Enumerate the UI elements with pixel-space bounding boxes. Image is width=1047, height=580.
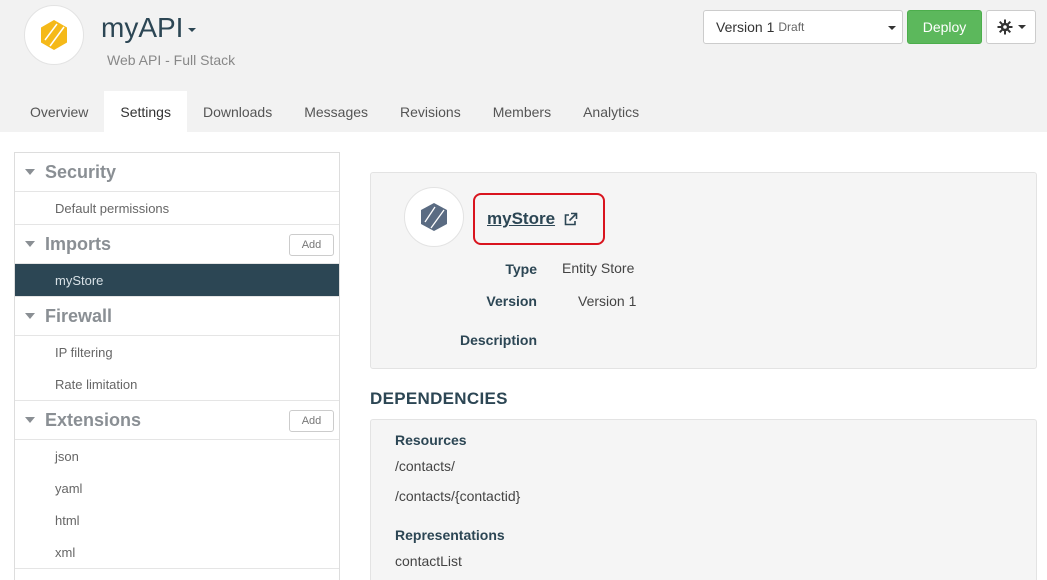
sidebar-item-xml[interactable]: xml bbox=[15, 536, 339, 568]
tab-settings[interactable]: Settings bbox=[104, 91, 187, 132]
section-extensions-header[interactable]: Extensions Add bbox=[15, 401, 339, 440]
settings-menu-button[interactable] bbox=[986, 10, 1036, 44]
chevron-down-icon bbox=[1017, 25, 1026, 29]
section-title: Firewall bbox=[45, 305, 113, 326]
add-import-button[interactable]: Add bbox=[289, 234, 334, 256]
representation-item: contactList bbox=[395, 553, 462, 569]
collapse-triangle-icon bbox=[25, 169, 35, 175]
app-subtitle: Web API - Full Stack bbox=[107, 52, 236, 68]
section-firewall-items: IP filtering Rate limitation bbox=[15, 336, 339, 401]
version-select[interactable]: Version 1 Draft bbox=[703, 10, 903, 44]
hexagon-logo-icon bbox=[41, 20, 67, 50]
deploy-button[interactable]: Deploy bbox=[907, 10, 982, 44]
gear-icon bbox=[997, 19, 1012, 35]
add-extension-button[interactable]: Add bbox=[289, 410, 334, 432]
type-value: Entity Store bbox=[562, 260, 635, 276]
tab-overview[interactable]: Overview bbox=[14, 91, 104, 132]
collapse-triangle-icon bbox=[25, 313, 35, 319]
sidebar-item-json[interactable]: json bbox=[15, 440, 339, 472]
chevron-down-icon bbox=[888, 26, 896, 30]
tab-messages[interactable]: Messages bbox=[288, 91, 384, 132]
sidebar-item-rate-limitation[interactable]: Rate limitation bbox=[15, 368, 339, 400]
store-hexagon-icon bbox=[421, 203, 447, 231]
tab-downloads[interactable]: Downloads bbox=[187, 91, 288, 132]
version-value: Version 1 bbox=[578, 293, 637, 309]
section-security-items: Default permissions bbox=[15, 192, 339, 225]
version-select-label: Version 1 bbox=[716, 19, 775, 35]
settings-sidebar: Security Default permissions Imports Add… bbox=[14, 152, 340, 580]
section-imports-items: myStore bbox=[15, 264, 339, 297]
chevron-down-icon bbox=[188, 28, 197, 32]
store-avatar bbox=[404, 187, 464, 247]
dependencies-card: Resources /contacts/ /contacts/{contacti… bbox=[370, 419, 1037, 580]
section-title: Extensions bbox=[45, 409, 142, 430]
app-title-dropdown[interactable]: myAPI bbox=[101, 12, 197, 44]
section-imports-header[interactable]: Imports Add bbox=[15, 225, 339, 264]
section-security-header[interactable]: Security bbox=[15, 153, 339, 192]
version-label: Version bbox=[486, 293, 537, 309]
main-tabs: Overview Settings Downloads Messages Rev… bbox=[14, 91, 655, 132]
external-link-icon[interactable] bbox=[563, 212, 578, 227]
app-title: myAPI bbox=[101, 12, 184, 43]
import-detail-card: myStore Type Entity Store Version Versio… bbox=[370, 172, 1037, 369]
app-logo bbox=[24, 5, 84, 65]
section-firewall-header[interactable]: Firewall bbox=[15, 297, 339, 336]
sidebar-item-ip-filtering[interactable]: IP filtering bbox=[15, 336, 339, 368]
tab-revisions[interactable]: Revisions bbox=[384, 91, 477, 132]
sidebar-item-default-permissions[interactable]: Default permissions bbox=[15, 192, 339, 224]
collapse-triangle-icon bbox=[25, 241, 35, 247]
collapse-triangle-icon bbox=[25, 417, 35, 423]
type-label: Type bbox=[505, 261, 537, 277]
resources-heading: Resources bbox=[395, 432, 467, 448]
tab-analytics[interactable]: Analytics bbox=[567, 91, 655, 132]
section-extensions-items: json yaml html xml bbox=[15, 440, 339, 569]
sidebar-item-html[interactable]: html bbox=[15, 504, 339, 536]
sidebar-item-yaml[interactable]: yaml bbox=[15, 472, 339, 504]
tab-members[interactable]: Members bbox=[477, 91, 567, 132]
section-title: Security bbox=[45, 161, 117, 182]
store-link-highlight: myStore bbox=[473, 193, 605, 245]
resource-item: /contacts/{contactid} bbox=[395, 488, 521, 504]
representations-heading: Representations bbox=[395, 527, 505, 543]
store-name-link[interactable]: myStore bbox=[487, 209, 555, 229]
app-header: myAPI Web API - Full Stack Version 1 Dra… bbox=[0, 0, 1047, 132]
description-label: Description bbox=[459, 332, 537, 348]
section-title: Imports bbox=[45, 233, 112, 254]
dependencies-heading: DEPENDENCIES bbox=[370, 389, 508, 408]
resource-item: /contacts/ bbox=[395, 458, 455, 474]
sidebar-item-mystore[interactable]: myStore bbox=[15, 264, 339, 296]
version-status: Draft bbox=[778, 20, 805, 34]
